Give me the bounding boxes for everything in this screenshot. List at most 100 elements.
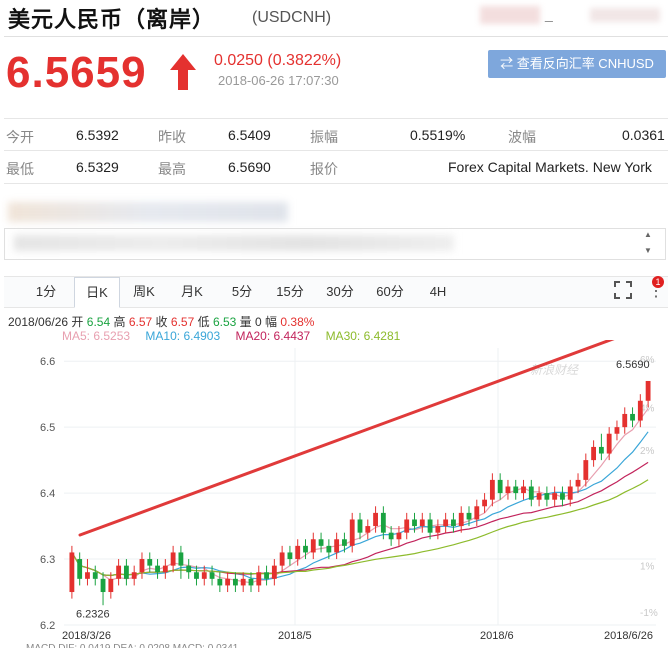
watermark: 新浪财经 xyxy=(530,363,580,377)
pct-tick-label: 2% xyxy=(640,446,655,457)
candle xyxy=(271,565,277,579)
candle xyxy=(521,486,526,494)
candle xyxy=(373,512,378,527)
tab-daily-k[interactable]: 日K xyxy=(74,277,120,308)
candle xyxy=(388,532,394,540)
candle xyxy=(217,578,223,586)
candle xyxy=(575,479,581,487)
stat-value-range: 0.0361 xyxy=(622,127,665,143)
tab-weekly-k[interactable]: 周K xyxy=(124,277,164,307)
candle xyxy=(466,512,472,520)
candle xyxy=(637,400,643,421)
stat-label-range: 波幅 xyxy=(508,129,536,145)
candle xyxy=(100,578,106,593)
x-tick-label: 2018/5 xyxy=(278,630,312,642)
candle xyxy=(458,512,464,527)
page-title: 美元人民币（离岸） xyxy=(8,7,216,32)
candlestick-chart[interactable]: 6.66.56.46.36.26%4%2%1%-1%新浪财经6.23266.56… xyxy=(0,340,672,648)
tab-30min[interactable]: 30分 xyxy=(320,277,360,307)
stat-value-prev-close: 6.5409 xyxy=(228,127,271,143)
blurred-header-region xyxy=(480,6,540,24)
candle xyxy=(131,572,137,579)
blurred-news-region xyxy=(14,235,454,251)
stat-label-prev-close: 昨收 xyxy=(158,129,186,145)
candle xyxy=(451,519,456,527)
min-price-label: 6.2326 xyxy=(76,608,110,620)
candle xyxy=(513,486,519,494)
y-tick-label: 6.2 xyxy=(40,620,55,632)
blurred-header-region-2 xyxy=(590,8,660,22)
candle xyxy=(225,578,231,586)
stats-row-1: 今开 6.5392 昨收 6.5409 振幅 0.5519% 波幅 0.0361 xyxy=(4,118,668,151)
candle xyxy=(591,446,597,461)
tab-4h[interactable]: 4H xyxy=(418,277,458,307)
ohlc-open-label: 开 xyxy=(71,315,84,329)
candle xyxy=(178,552,184,566)
candle xyxy=(318,539,324,546)
tab-5min[interactable]: 5分 xyxy=(222,277,262,307)
ohlc-close-label: 收 xyxy=(155,315,168,329)
stats-row-2: 最低 6.5329 最高 6.5690 报价 Forex Capital Mar… xyxy=(4,150,668,184)
arrow-up-icon xyxy=(170,54,196,90)
ohlc-low-label: 低 xyxy=(197,315,210,329)
ohlc-low: 6.53 xyxy=(212,315,237,329)
candle xyxy=(108,578,114,593)
candle xyxy=(380,512,386,533)
pct-tick-label: 1% xyxy=(640,562,655,573)
y-tick-label: 6.5 xyxy=(40,422,55,434)
candle xyxy=(357,519,363,533)
tab-monthly-k[interactable]: 月K xyxy=(172,277,212,307)
tab-15min[interactable]: 15分 xyxy=(270,277,310,307)
candle xyxy=(123,565,129,579)
stat-label-open: 今开 xyxy=(6,129,34,145)
candle xyxy=(209,572,215,579)
candle xyxy=(412,519,417,527)
candle xyxy=(139,559,145,573)
candle xyxy=(295,545,301,560)
pct-tick-label: -1% xyxy=(640,608,658,619)
candle xyxy=(264,572,269,579)
notification-badge: 1 xyxy=(652,276,664,288)
candle xyxy=(630,413,635,421)
stat-label-source: 报价 xyxy=(310,161,338,177)
candle xyxy=(69,552,75,593)
candle xyxy=(279,552,285,566)
scroll-down-icon[interactable]: ▼ xyxy=(644,246,652,255)
candle xyxy=(77,559,83,579)
candle xyxy=(256,572,262,586)
max-price-label: 6.5690 xyxy=(616,359,650,371)
blurred-ad-region xyxy=(8,202,288,222)
ohlc-amp-label: 幅 xyxy=(265,315,278,329)
candle xyxy=(443,519,449,527)
candle xyxy=(505,486,511,494)
ohlc-open: 6.54 xyxy=(86,315,111,329)
scroll-up-icon[interactable]: ▲ xyxy=(644,230,652,239)
tab-1min[interactable]: 1分 xyxy=(26,277,66,307)
tab-60min[interactable]: 60分 xyxy=(370,277,410,307)
candle xyxy=(310,539,316,553)
candle xyxy=(232,578,238,586)
candle xyxy=(147,559,153,566)
ohlc-info: 2018/06/26 开 6.54 高 6.57 收 6.57 低 6.53 量… xyxy=(8,313,314,330)
minimize-icon[interactable]: _ xyxy=(545,6,553,22)
candle xyxy=(92,572,98,579)
candle xyxy=(342,539,347,546)
swap-icon: ⇄ xyxy=(500,56,517,71)
x-tick-label: 2018/6/26 xyxy=(604,630,653,642)
candle xyxy=(303,545,308,553)
fullscreen-icon[interactable] xyxy=(614,281,632,299)
candle xyxy=(170,552,176,566)
chart-tabs: 1分 日K 周K 月K 5分 15分 30分 60分 4H xyxy=(4,276,668,308)
candle xyxy=(334,539,340,553)
stat-value-source: Forex Capital Markets. New York xyxy=(448,159,652,175)
reverse-rate-button[interactable]: ⇄ 查看反向汇率 CNHUSD xyxy=(488,50,666,78)
stat-label-high: 最高 xyxy=(158,161,186,177)
candle xyxy=(85,572,90,579)
candle xyxy=(396,532,402,540)
stat-value-low: 6.5329 xyxy=(76,159,119,175)
ohlc-amp: 0.38% xyxy=(280,315,315,329)
current-price: 6.5659 xyxy=(6,48,147,97)
price-change: 0.0250 (0.3822%) xyxy=(214,52,342,69)
stat-value-open: 6.5392 xyxy=(76,127,119,143)
stat-label-amplitude: 振幅 xyxy=(310,129,338,145)
